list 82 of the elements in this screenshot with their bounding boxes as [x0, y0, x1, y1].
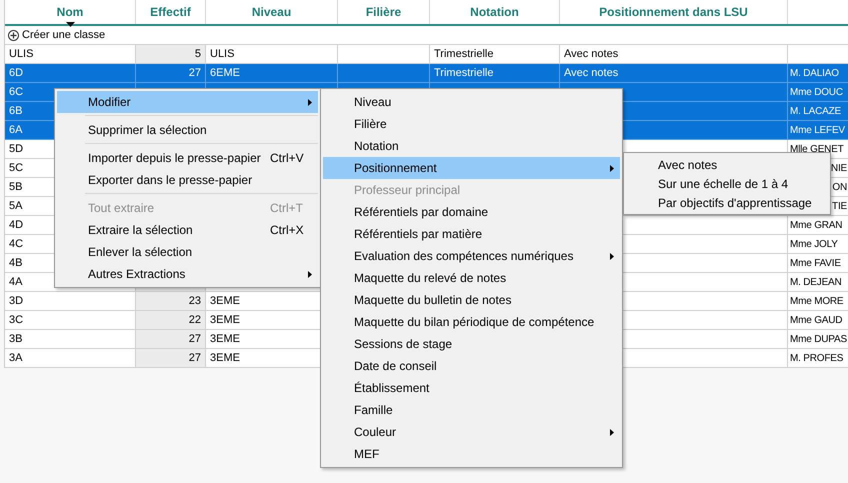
grading-cell: Trimestrielle — [434, 67, 494, 79]
table-row[interactable]: 6D 27 6EME Trimestrielle Avec notes M. DALIAO — [5, 64, 848, 83]
level-cell: 3EME — [210, 314, 240, 326]
menu-item[interactable]: Importer depuis le presse-papier Ctrl+V — [57, 147, 318, 169]
class-name-cell: 4B — [9, 257, 22, 269]
menu-item[interactable]: Maquette du bulletin de notes — [323, 289, 620, 311]
menu-item[interactable]: Maquette du relevé de notes — [323, 267, 620, 289]
column-header[interactable]: Positionnement dans LSU — [560, 0, 788, 24]
teacher-cell: M. PROFES — [790, 352, 844, 364]
class-name-cell: 5A — [9, 200, 22, 212]
column-header[interactable]: Filière — [338, 0, 430, 24]
teacher-cell: M. LACAZE — [790, 106, 841, 116]
level-cell: 3EME — [210, 333, 240, 345]
menu-item[interactable]: Famille — [323, 399, 620, 421]
teacher-cell: Mme DUPAS — [790, 334, 847, 344]
lsu-cell: Avec notes — [564, 48, 618, 60]
class-name-cell: 6A — [9, 124, 22, 136]
teacher-cell: M. DALIAO — [790, 68, 839, 78]
menu-item[interactable]: Couleur — [323, 421, 620, 443]
teacher-cell: Mme DOUC — [790, 86, 843, 98]
level-cell: ULIS — [210, 48, 234, 60]
teacher-cell: Mme GRAN — [790, 220, 842, 230]
column-header[interactable]: Effectif — [136, 0, 206, 24]
teacher-cell: Mme GAUD — [790, 314, 842, 326]
teacher-cell: Mlle GENET — [790, 144, 844, 154]
class-name-cell: 4A — [9, 276, 22, 288]
lsu-cell: Avec notes — [564, 67, 618, 79]
menu-item[interactable]: Enlever la sélection — [57, 241, 318, 263]
teacher-cell: Mme LEFEV — [790, 124, 845, 136]
teacher-cell: Mme FAVIE — [790, 258, 841, 268]
menu-item[interactable]: Établissement — [323, 377, 620, 399]
class-name-cell: 3A — [9, 352, 22, 364]
teacher-cell: M. DEJEAN — [790, 276, 842, 288]
menu-item[interactable]: Modifier — [57, 91, 318, 113]
column-header[interactable]: Nom — [5, 0, 136, 24]
menu-item[interactable]: Evaluation des compétences numériques — [323, 245, 620, 267]
class-name-cell: 4D — [9, 219, 24, 231]
menu-item[interactable]: Avec notes — [626, 155, 828, 174]
grading-cell: Trimestrielle — [434, 48, 494, 60]
headcount-cell: 27 — [188, 333, 201, 345]
menu-item[interactable]: MEF — [323, 443, 620, 465]
menu-item[interactable]: Maquette du bilan périodique de compétence — [323, 311, 620, 333]
headcount-cell: 22 — [188, 314, 201, 326]
menu-item[interactable]: Autres Extractions — [57, 263, 318, 285]
teacher-cell: Mme JOLY — [790, 238, 838, 250]
class-name-cell: ULIS — [9, 48, 34, 60]
menu-item[interactable]: Supprimer la sélection — [57, 119, 318, 141]
column-header[interactable]: Notation — [430, 0, 560, 24]
menu-item[interactable]: Exporter dans le presse-papier — [57, 169, 318, 191]
class-name-cell: 4C — [9, 238, 24, 250]
teacher-cell: TIE — [832, 200, 847, 212]
menu-item[interactable]: Date de conseil — [323, 355, 620, 377]
column-header[interactable]: Niveau — [206, 0, 338, 24]
headcount-cell: 27 — [188, 352, 201, 364]
menu-item[interactable]: Extraire la sélection Ctrl+X — [57, 219, 318, 241]
menu-item[interactable]: Par objectifs d'apprentissage — [626, 193, 828, 212]
class-name-cell: 5C — [9, 162, 24, 174]
class-name-cell: 6B — [9, 105, 22, 117]
menu-item[interactable]: Positionnement — [323, 157, 620, 179]
teacher-cell: ON — [832, 182, 847, 192]
class-name-cell: 5B — [9, 181, 22, 193]
class-name-cell: 3C — [9, 314, 24, 326]
headcount-cell: 27 — [188, 67, 201, 79]
headcount-cell: 23 — [188, 295, 201, 307]
class-name-cell: 6C — [9, 86, 24, 98]
menu-item[interactable]: Référentiels par matière — [323, 223, 620, 245]
level-cell: 6EME — [210, 67, 240, 79]
menu-item[interactable]: Sur une échelle de 1 à 4 — [626, 174, 828, 193]
headcount-cell: 5 — [194, 48, 201, 60]
menu-item[interactable]: Référentiels par domaine — [323, 201, 620, 223]
plus-icon — [8, 30, 19, 40]
class-name-cell: 3D — [9, 295, 24, 307]
teacher-cell: Mme MORE — [790, 296, 844, 306]
level-cell: 3EME — [210, 352, 240, 364]
teacher-cell: NIE — [830, 162, 847, 174]
class-name-cell: 5D — [9, 143, 24, 155]
create-class-button[interactable]: Créer une classe — [8, 29, 106, 41]
level-cell: 3EME — [210, 295, 240, 307]
class-name-cell: 6D — [9, 67, 24, 79]
class-name-cell: 3B — [9, 333, 22, 345]
menu-item[interactable]: Sessions de stage — [323, 333, 620, 355]
menu-item[interactable]: Notation — [323, 135, 620, 157]
